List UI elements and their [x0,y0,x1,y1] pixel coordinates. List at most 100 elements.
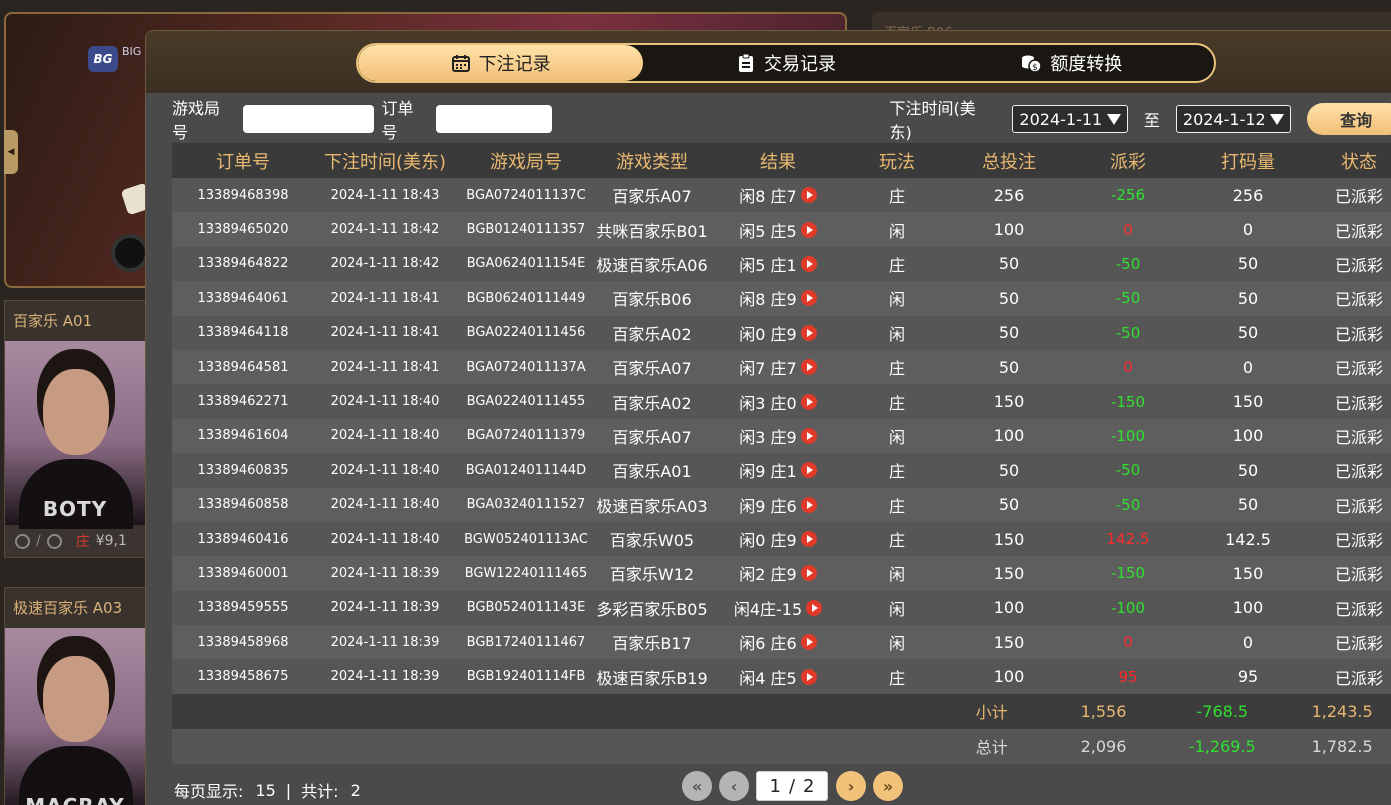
replay-icon[interactable] [800,634,817,651]
banner-collapse-button[interactable]: ◀ [4,130,18,174]
replay-icon[interactable] [800,462,817,479]
result-text: 闲0 庄9 [739,531,797,551]
lobby-table-card[interactable]: 百家乐 A01 BOTY / 庄 ¥9,1 [4,300,146,558]
tab-transaction-records[interactable]: 交易记录 [643,45,928,81]
next-page-button[interactable]: › [836,771,866,801]
play-type-cell: 庄 [888,187,905,207]
play-type-cell: 庄 [888,359,905,379]
status-cell: 已派彩 [1334,324,1383,344]
order-number-input[interactable] [436,105,553,133]
dealer-face [43,369,109,455]
replay-icon[interactable] [800,255,817,272]
replay-icon[interactable] [800,324,817,341]
result-cell: 闲0 庄9 [708,527,848,551]
col-header-result: 结果 [760,151,796,173]
pagination: « ‹ 1 / 2 › » [682,771,910,801]
date-from-select[interactable]: 2024-1-11 [1012,105,1128,133]
last-page-button[interactable]: » [873,771,903,801]
tab-bet-records[interactable]: 下注记录 [358,45,644,81]
play-type-cell: 庄 [888,255,905,275]
chevron-down-icon [1106,113,1121,125]
result-cell: 闲5 庄1 [708,252,848,276]
game-type-cell: 百家乐A07 [612,427,692,447]
chevron-left-icon: ◀ [7,147,15,157]
status-cell: 已派彩 [1334,359,1383,379]
replay-icon[interactable] [800,290,817,307]
round-number-input[interactable] [242,105,374,133]
replay-icon[interactable] [800,668,817,685]
status-cell: 已派彩 [1334,531,1383,551]
rolling-cell: 256 [1232,185,1264,205]
col-header-round: 游戏局号 [490,151,562,173]
rolling-cell: 100 [1232,426,1264,446]
total-rolling: 1,782.5 [1311,736,1373,756]
chevron-down-icon [1270,113,1285,125]
replay-icon[interactable] [800,496,817,513]
rolling-cell: 0 [1242,357,1254,377]
replay-icon[interactable] [800,393,817,410]
replay-icon[interactable] [800,359,817,376]
prev-page-button[interactable]: ‹ [719,771,749,801]
replay-icon[interactable] [800,427,817,444]
result-cell: 闲2 庄9 [708,561,848,585]
info-separator: | [285,780,292,800]
tab-credit-transfer[interactable]: $ 额度转换 [929,45,1214,81]
play-type-cell: 庄 [888,393,905,413]
result-cell: 闲8 庄7 [708,183,848,207]
order-number-cell: 13389464061 [197,290,289,306]
dealer-name: MACRAY [5,794,145,805]
round-number-cell: BGB01240111357 [466,222,586,238]
query-button[interactable]: 查询 [1307,103,1391,135]
result-text: 闲9 庄1 [739,462,797,482]
rolling-cell: 95 [1237,667,1259,687]
payout-cell: -256 [1110,186,1146,205]
replay-icon[interactable] [806,599,823,616]
result-cell: 闲3 庄9 [708,424,848,448]
table-row: 13389460416 2024-1-11 18:40 BGW052401113AC… [172,521,1391,557]
page-info: 每页显示: 15 | 共计: 2 [174,778,367,802]
replay-icon[interactable] [800,565,817,582]
result-text: 闲8 庄7 [739,187,797,207]
status-cell: 已派彩 [1334,462,1383,482]
status-cell: 已派彩 [1334,290,1383,310]
payout-cell: -100 [1110,598,1146,617]
round-number-cell: BGA03240111527 [466,497,586,513]
order-number-cell: 13389464118 [197,325,289,341]
round-number-cell: BGW052401113AC [464,531,588,547]
order-number-cell: 13389460001 [197,565,289,581]
date-from-value: 2024-1-11 [1019,109,1103,129]
rolling-cell: 50 [1237,288,1259,308]
first-page-button[interactable]: « [682,771,712,801]
tab-label: 交易记录 [763,54,836,75]
calendar-icon [451,53,471,73]
replay-icon[interactable] [800,187,817,204]
result-cell: 闲9 庄6 [708,493,848,517]
status-cell: 已派彩 [1334,393,1383,413]
col-header-payout: 派彩 [1110,151,1146,173]
result-text: 闲3 庄9 [739,427,797,447]
round-number-cell: BGB17240111467 [466,634,586,650]
total-bet-cell: 50 [998,495,1020,515]
rolling-cell: 50 [1237,323,1259,343]
result-text: 闲7 庄7 [739,359,797,379]
rolling-cell: 142.5 [1225,529,1271,549]
total-bet-cell: 50 [998,323,1020,343]
page-indicator[interactable]: 1 / 2 [756,771,828,801]
page-total: 2 [803,775,815,797]
play-type-cell: 闲 [888,290,905,310]
game-type-cell: 百家乐A07 [612,187,692,207]
table-row: 13389464822 2024-1-11 18:42 BGA0624011154E… [172,246,1391,282]
per-page-value: 15 [255,780,276,800]
bet-records-table: 订单号 下注时间(美东) 游戏局号 游戏类型 结果 玩法 总投注 派彩 打码量 … [172,143,1391,764]
result-text: 闲9 庄6 [739,496,797,516]
date-to-select[interactable]: 2024-1-12 [1175,105,1292,133]
dealer-photo: MACRAY [5,628,145,805]
replay-icon[interactable] [800,531,817,548]
filter-bar: 游戏局号 订单号 下注时间(美东) 2024-1-11 至 2024-1-12 … [146,93,1391,145]
replay-icon[interactable] [800,221,817,238]
lobby-table-card[interactable]: 极速百家乐 A03 MACRAY [4,587,146,805]
table-row: 13389458675 2024-1-11 18:39 BGB192401114FB… [172,659,1391,694]
bet-time-cell: 2024-1-11 18:43 [330,187,440,203]
table-row: 13389458968 2024-1-11 18:39 BGB17240111467… [172,625,1391,660]
bet-time-cell: 2024-1-11 18:40 [330,497,440,513]
